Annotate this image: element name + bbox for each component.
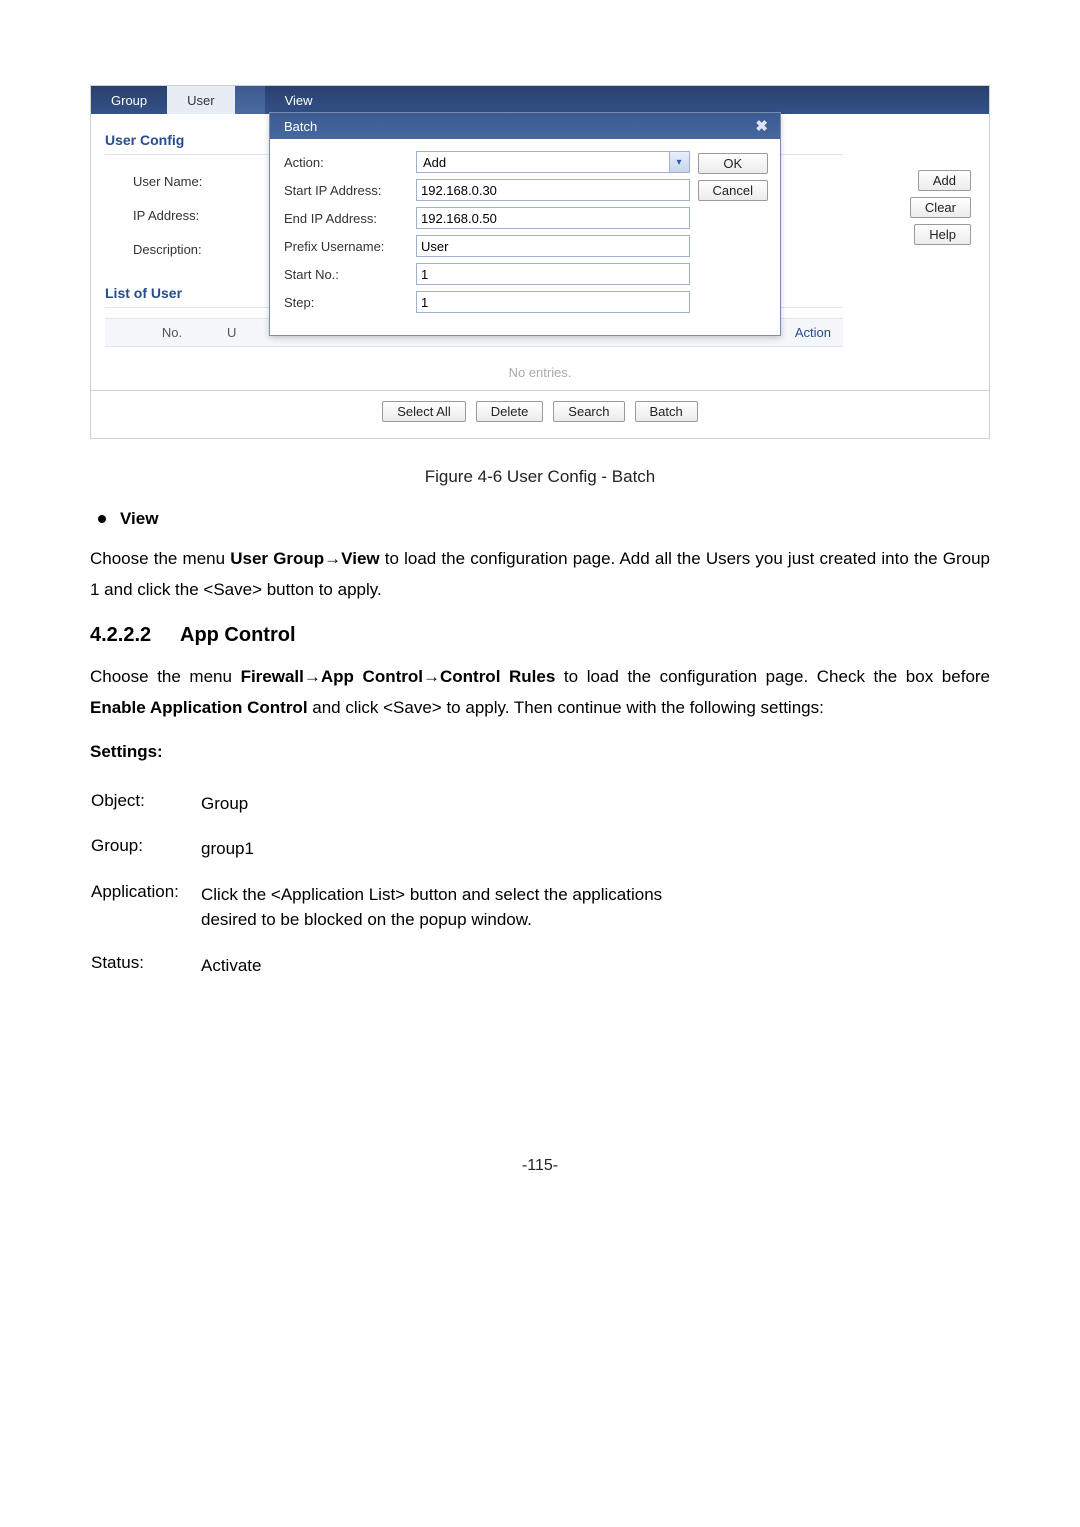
step-input[interactable] (416, 291, 690, 313)
chevron-down-icon[interactable]: ▾ (669, 152, 689, 172)
settings-table: Object: Group Group: group1 Application:… (90, 772, 690, 998)
add-button[interactable]: Add (918, 170, 971, 191)
tab-group[interactable]: Group (91, 86, 167, 114)
router-ui-panel: Group User View User Config User Name: I… (90, 85, 990, 439)
settings-heading: Settings: (90, 742, 990, 762)
prefix-username-input[interactable] (416, 235, 690, 257)
label-start-ip: Start IP Address: (284, 183, 408, 198)
col-action: Action (795, 325, 831, 340)
heading-app-control: 4.2.2.2App Control (90, 624, 990, 647)
end-ip-input[interactable] (416, 207, 690, 229)
tab-spacer (333, 86, 989, 114)
delete-button[interactable]: Delete (476, 401, 544, 422)
bottom-bar: Select All Delete Search Batch (91, 390, 989, 438)
no-entries-text: No entries. (91, 359, 989, 390)
label-group: Group: (90, 835, 200, 863)
bullet-view: View (90, 509, 990, 529)
value-group: group1 (200, 835, 690, 863)
close-icon[interactable]: ✖ (751, 117, 772, 135)
bullet-icon (98, 515, 106, 523)
batch-modal: Batch ✖ Action: Add ▾ (269, 112, 781, 336)
tab-user[interactable]: User (167, 86, 234, 114)
row-status: Status: Activate (90, 952, 690, 980)
label-object: Object: (90, 790, 200, 818)
col-u: U (227, 325, 267, 340)
start-ip-input[interactable] (416, 179, 690, 201)
row-application: Application: Click the <Application List… (90, 881, 690, 934)
view-paragraph: Choose the menu User Group→View to load … (90, 543, 990, 606)
batch-modal-title: Batch (284, 119, 317, 134)
start-no-input[interactable] (416, 263, 690, 285)
search-button[interactable]: Search (553, 401, 624, 422)
label-action: Action: (284, 155, 408, 170)
label-status: Status: (90, 952, 200, 980)
ok-button[interactable]: OK (698, 153, 768, 174)
label-prefix: Prefix Username: (284, 239, 408, 254)
tab-view[interactable]: View (265, 86, 333, 114)
col-no: No. (117, 325, 227, 340)
figure-caption: Figure 4-6 User Config - Batch (90, 467, 990, 487)
value-object: Group (200, 790, 690, 818)
value-application: Click the <Application List> button and … (200, 881, 690, 934)
appcontrol-paragraph: Choose the menu Firewall→App Control→Con… (90, 661, 990, 724)
batch-modal-header: Batch ✖ (270, 113, 780, 139)
label-application: Application: (90, 881, 200, 934)
select-all-button[interactable]: Select All (382, 401, 465, 422)
side-buttons: Add Clear Help (851, 126, 971, 347)
batch-fields: Action: Add ▾ Start IP Address: End IP A… (284, 151, 690, 319)
help-button[interactable]: Help (914, 224, 971, 245)
label-end-ip: End IP Address: (284, 211, 408, 226)
value-status: Activate (200, 952, 690, 980)
label-startno: Start No.: (284, 267, 408, 282)
row-group: Group: group1 (90, 835, 690, 863)
clear-button[interactable]: Clear (910, 197, 971, 218)
action-select[interactable]: Add ▾ (416, 151, 690, 173)
cancel-button[interactable]: Cancel (698, 180, 768, 201)
top-tabs: Group User View (91, 86, 989, 114)
batch-button[interactable]: Batch (635, 401, 698, 422)
action-select-value: Add (417, 152, 669, 172)
bullet-view-label: View (120, 509, 158, 529)
page-number: -115- (90, 1157, 990, 1175)
row-object: Object: Group (90, 790, 690, 818)
label-step: Step: (284, 295, 408, 310)
